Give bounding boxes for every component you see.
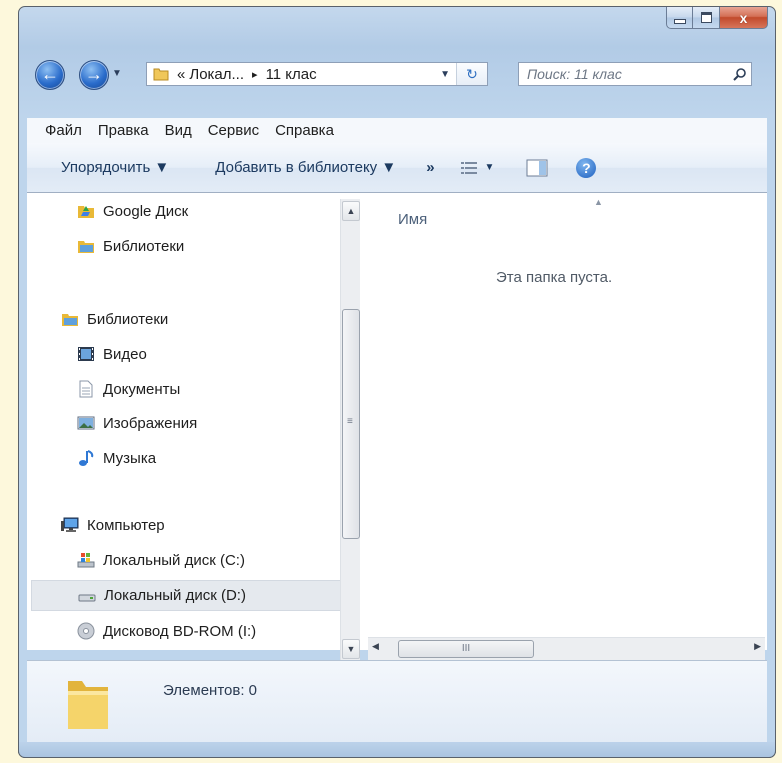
- preview-pane-icon: [526, 159, 548, 177]
- nav-disk-d-selected[interactable]: Локальный диск (D:): [31, 580, 343, 611]
- details-pane: Элементов: 0: [27, 660, 767, 743]
- close-button[interactable]: x: [720, 7, 768, 29]
- item-count: Элементов: 0: [163, 682, 258, 699]
- nav-bd-rom[interactable]: Дисковод BD-ROM (I:): [77, 619, 256, 643]
- libraries-icon: [61, 310, 79, 328]
- menu-file[interactable]: Файл: [45, 122, 82, 139]
- music-note-icon: [77, 449, 95, 467]
- close-icon: x: [739, 9, 748, 26]
- view-list-icon: [460, 161, 477, 175]
- command-bar: Упорядочить ▼ Добавить в библиотеку ▼ » …: [27, 143, 767, 193]
- nav-label: Видео: [103, 345, 147, 363]
- menu-bar: Файл Правка Вид Сервис Справка: [27, 118, 767, 143]
- nav-video[interactable]: Видео: [77, 342, 147, 366]
- breadcrumb-current[interactable]: 11 клас: [266, 66, 317, 83]
- nav-label: Компьютер: [87, 516, 165, 534]
- nav-label: Библиотеки: [87, 310, 169, 328]
- nav-documents[interactable]: Документы: [77, 377, 180, 401]
- address-bar[interactable]: « Локал... ▸ 11 клас ▼ ↻: [146, 62, 488, 86]
- scroll-left-button[interactable]: ◀: [372, 641, 379, 652]
- nav-label: Локальный диск (C:): [103, 551, 245, 569]
- empty-folder-message: Эта папка пуста.: [496, 269, 613, 286]
- preview-pane-button[interactable]: [526, 159, 548, 177]
- back-arrow-icon: ←: [41, 64, 59, 84]
- menu-view[interactable]: Вид: [165, 122, 192, 139]
- forward-arrow-icon: →: [85, 64, 103, 84]
- view-dropdown-icon: ▼: [484, 162, 495, 173]
- nav-vertical-scrollbar[interactable]: ▲ ≡ ▼: [340, 199, 360, 661]
- back-button[interactable]: ←: [35, 60, 65, 90]
- google-drive-icon: [77, 202, 95, 220]
- minimize-button[interactable]: [666, 7, 693, 29]
- help-button[interactable]: ?: [576, 157, 597, 178]
- document-icon: [77, 380, 95, 398]
- file-horizontal-scrollbar[interactable]: ◀ III ▶: [368, 637, 765, 660]
- organize-button[interactable]: Упорядочить ▼: [61, 159, 169, 176]
- refresh-button[interactable]: ↻: [456, 63, 487, 85]
- nav-label: Локальный диск (D:): [104, 587, 246, 604]
- change-view-button[interactable]: ▼: [460, 161, 495, 175]
- navigation-pane: Google Диск Библиотеки Библиотеки Видео …: [27, 193, 343, 651]
- caption-buttons: x: [666, 7, 768, 29]
- libraries-icon: [77, 237, 95, 255]
- nav-libraries[interactable]: Библиотеки: [61, 307, 168, 331]
- breadcrumb-overflow[interactable]: «: [177, 66, 185, 83]
- maximize-button[interactable]: [693, 7, 720, 29]
- nav-google-drive[interactable]: Google Диск: [77, 199, 188, 223]
- nav-disk-c[interactable]: Локальный диск (C:): [77, 548, 245, 572]
- computer-icon: [61, 516, 79, 534]
- breadcrumb-local[interactable]: Локал...: [189, 66, 244, 83]
- nav-label: Библиотеки: [103, 237, 185, 255]
- breadcrumb-separator-icon[interactable]: ▸: [252, 68, 258, 81]
- nav-label: Google Диск: [103, 202, 189, 220]
- history-dropdown-icon[interactable]: ▼: [112, 68, 122, 79]
- address-dropdown-icon[interactable]: ▼: [440, 69, 450, 80]
- scroll-down-button[interactable]: ▼: [342, 639, 360, 659]
- optical-drive-icon: [77, 622, 95, 640]
- scroll-up-button[interactable]: ▲: [342, 201, 360, 221]
- scroll-thumb[interactable]: ≡: [342, 309, 360, 539]
- folder-icon: [153, 66, 171, 82]
- search-icon[interactable]: [729, 67, 751, 81]
- film-icon: [77, 345, 95, 363]
- nav-label: Изображения: [103, 414, 198, 432]
- window-bottom-frame: [18, 742, 776, 758]
- menu-help[interactable]: Справка: [275, 122, 334, 139]
- nav-label: Дисковод BD-ROM (I:): [103, 622, 257, 640]
- search-input[interactable]: Поиск: 11 клас: [519, 66, 729, 82]
- column-header-name[interactable]: Имя: [398, 211, 427, 228]
- help-icon: ?: [576, 157, 597, 178]
- menu-edit[interactable]: Правка: [98, 122, 149, 139]
- more-commands-button[interactable]: »: [426, 159, 434, 176]
- nav-music[interactable]: Музыка: [77, 446, 156, 470]
- nav-images[interactable]: Изображения: [77, 411, 197, 435]
- refresh-icon: ↻: [466, 65, 478, 82]
- hard-drive-icon: [78, 587, 96, 605]
- nav-label: Документы: [103, 380, 181, 398]
- scroll-grip-icon: III: [461, 643, 471, 654]
- search-box[interactable]: Поиск: 11 клас: [518, 62, 752, 86]
- menu-tools[interactable]: Сервис: [208, 122, 259, 139]
- nav-computer[interactable]: Компьютер: [61, 513, 165, 537]
- scroll-right-button[interactable]: ▶: [754, 641, 761, 652]
- horizontal-scroll-thumb[interactable]: III: [398, 640, 534, 658]
- scroll-grip-icon: ≡: [347, 416, 353, 427]
- sort-indicator-icon: ▲: [594, 197, 603, 207]
- large-folder-icon: [64, 675, 112, 733]
- system-drive-icon: [77, 551, 95, 569]
- nav-label: Музыка: [103, 449, 157, 467]
- file-list-pane: ▲ Имя Эта папка пуста.: [366, 193, 767, 633]
- add-to-library-button[interactable]: Добавить в библиотеку ▼: [215, 159, 396, 176]
- nav-libraries-favorite[interactable]: Библиотеки: [77, 234, 184, 258]
- picture-icon: [77, 414, 95, 432]
- forward-button[interactable]: →: [79, 60, 109, 90]
